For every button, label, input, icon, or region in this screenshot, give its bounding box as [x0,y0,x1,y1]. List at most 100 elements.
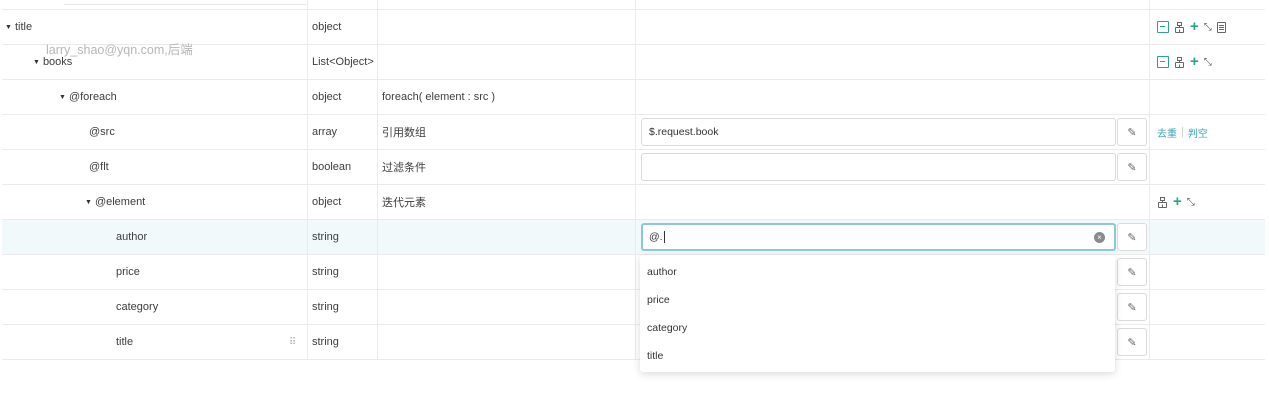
name-cell [2,0,308,9]
value-cell [636,45,1150,79]
edit-button[interactable]: ✎ [1117,258,1147,286]
ops-cell: 去重 | 判空 [1150,115,1265,149]
pencil-icon: ✎ [1127,161,1137,174]
value-cell [636,0,1150,9]
edit-button[interactable]: ✎ [1117,153,1147,181]
plus-icon[interactable]: + [1190,54,1199,69]
name-cell: category [2,290,308,324]
desc-cell: 引用数组 [378,115,636,149]
caret-down-icon[interactable]: ▼ [59,94,66,101]
dropdown-option[interactable]: category [640,314,1115,342]
tree-node[interactable]: ▼ title [5,10,32,44]
name-cell: ▼ title [2,10,308,44]
collapse-icon[interactable]: ⤡ [1204,22,1212,33]
ops-cell [1150,255,1265,289]
name-cell: @flt [2,150,308,184]
dropdown-option[interactable]: author [640,258,1115,286]
link-divider: | [1181,126,1184,138]
desc-cell [378,45,636,79]
caret-down-icon[interactable]: ▼ [85,199,92,206]
type-cell: string [308,290,378,324]
value-text: @. [649,231,663,243]
ops-cell: + ⤡ [1150,10,1265,44]
table-row: ▼ books List<Object> + ⤡ [2,45,1265,80]
org-icon[interactable] [1174,56,1185,68]
type-cell: string [308,255,378,289]
ops-cell: + ⤡ [1150,45,1265,79]
edit-button[interactable]: ✎ [1117,223,1147,251]
edit-button[interactable]: ✎ [1117,328,1147,356]
tree-node: title [116,325,133,359]
name-cell: ▼ @foreach [2,80,308,114]
edit-button[interactable]: ✎ [1117,118,1147,146]
caret-down-icon[interactable]: ▼ [5,24,12,31]
org-icon[interactable] [1174,21,1185,33]
field-name: price [116,266,140,278]
tree-node: price [116,255,140,289]
type-cell: string [308,220,378,254]
exit-icon[interactable] [1157,56,1169,68]
tree-node[interactable]: ▼ books [33,45,72,79]
value-cell: ✎ [636,150,1150,184]
edit-button[interactable]: ✎ [1117,293,1147,321]
name-cell: price [2,255,308,289]
ops-cell [1150,80,1265,114]
table-row: ▼ @foreach object foreach( element : src… [2,80,1265,115]
dedupe-link[interactable]: 去重 [1157,125,1177,140]
value-cell [636,80,1150,114]
plus-icon[interactable]: + [1190,19,1199,34]
tree-node: author [116,220,147,254]
pencil-icon: ✎ [1127,266,1137,279]
desc-cell: foreach( element : src ) [378,80,636,114]
tree-node: @src [89,115,115,149]
doc-icon[interactable] [1216,21,1226,33]
table-row: ▼ @element object 迭代元素 + ⤡ [2,185,1265,220]
exit-icon[interactable] [1157,21,1169,33]
table-row-partial [2,0,1265,10]
autocomplete-dropdown: author price category title [640,255,1115,372]
type-cell: List<Object> [308,45,378,79]
pencil-icon: ✎ [1127,126,1137,139]
field-name: @flt [89,161,109,173]
value-input-focused[interactable]: @. × [641,223,1116,251]
dropdown-option[interactable]: price [640,286,1115,314]
dropdown-option[interactable]: title [640,342,1115,370]
drag-handle-icon[interactable]: ⠿ [289,325,296,359]
clear-icon[interactable]: × [1094,232,1105,243]
desc-cell [378,255,636,289]
table-row: ▼ title object + ⤡ [2,10,1265,45]
value-cell [636,185,1150,219]
field-name: category [116,301,159,313]
plus-icon[interactable]: + [1173,194,1182,209]
ops-cell [1150,150,1265,184]
table-row-selected: author string @. × ✎ [2,220,1265,255]
value-input[interactable]: $.request.book [641,118,1116,146]
type-cell: object [308,80,378,114]
null-check-link[interactable]: 判空 [1188,125,1208,140]
name-cell: author [2,220,308,254]
value-cell [636,10,1150,44]
desc-cell: 过滤条件 [378,150,636,184]
desc-cell [378,290,636,324]
collapse-icon[interactable]: ⤡ [1204,57,1212,68]
desc-cell [378,10,636,44]
table-row: @src array 引用数组 $.request.book ✎ 去重 | 判空 [2,115,1265,150]
desc-cell [378,325,636,359]
name-cell: title ⠿ [2,325,308,359]
desc-cell: 迭代元素 [378,185,636,219]
tree-node[interactable]: ▼ @element [85,185,145,219]
value-cell: $.request.book ✎ [636,115,1150,149]
pencil-icon: ✎ [1127,301,1137,314]
tree-node[interactable]: ▼ @foreach [59,80,117,114]
value-input[interactable] [641,153,1116,181]
org-icon[interactable] [1157,196,1168,208]
partial-input-border [64,4,306,5]
caret-down-icon[interactable]: ▼ [33,59,40,66]
field-name: @element [94,196,146,208]
type-cell: boolean [308,150,378,184]
desc-cell [378,220,636,254]
field-name: author [116,231,148,243]
tree-node: category [116,290,158,324]
collapse-icon[interactable]: ⤡ [1187,197,1195,208]
ops-cell [1150,325,1265,359]
